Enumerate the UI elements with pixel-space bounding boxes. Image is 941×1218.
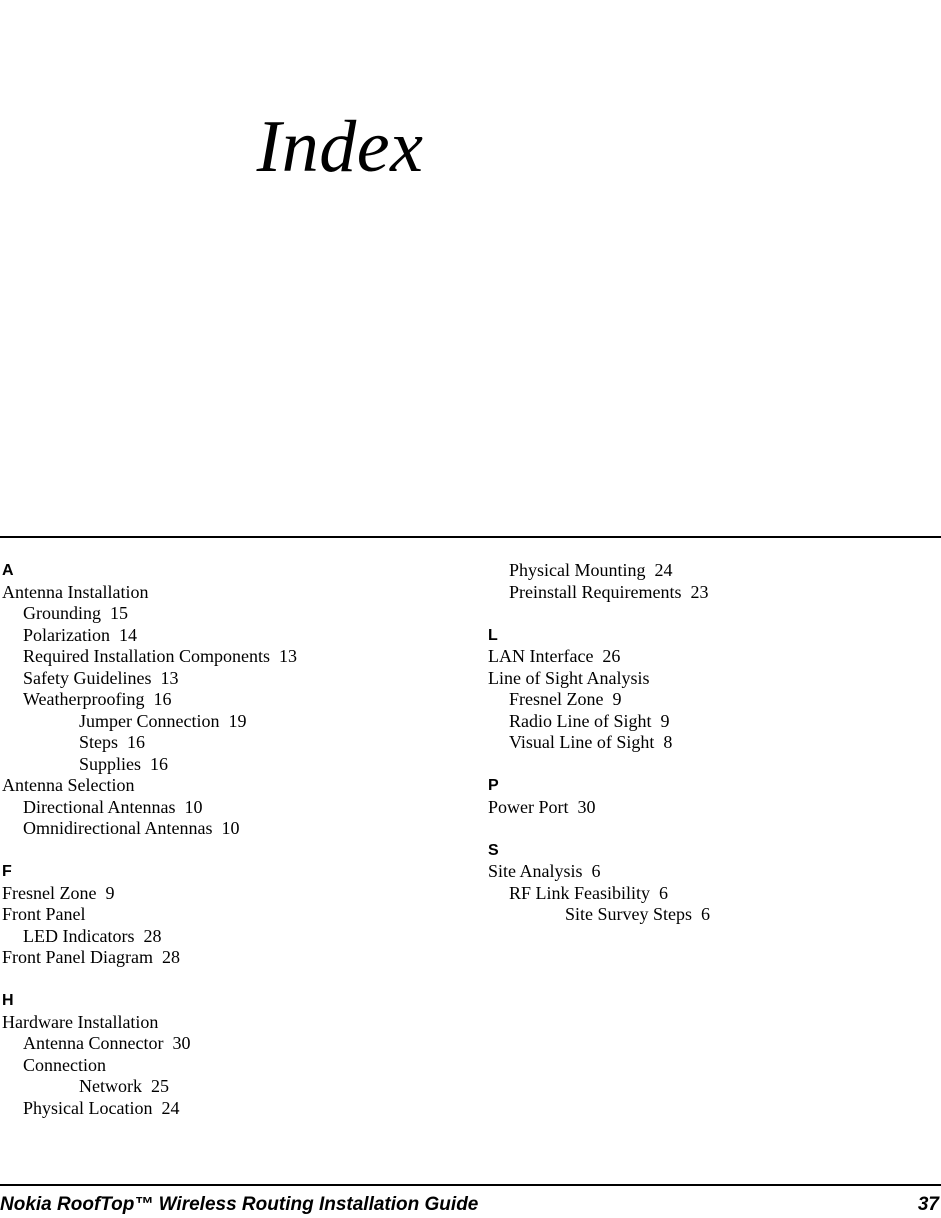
index-section-letter: L <box>488 626 498 644</box>
index-entry[interactable]: Physical Mounting 24 <box>488 560 918 582</box>
index-entry[interactable]: LED Indicators 28 <box>2 926 432 948</box>
index-entry[interactable]: Fresnel Zone 9 <box>2 883 432 905</box>
index-entry[interactable]: Required Installation Components 13 <box>2 646 432 668</box>
index-section-letter: F <box>2 863 12 880</box>
index-entry[interactable]: Jumper Connection 19 <box>2 711 432 733</box>
index-entry[interactable]: Front Panel Diagram 28 <box>2 947 432 969</box>
index-section-letter: H <box>2 992 14 1009</box>
footer-guide-title: Nokia RoofTop™ Wireless Routing Installa… <box>0 1194 479 1215</box>
header-divider <box>0 536 941 538</box>
index-entry[interactable]: Supplies 16 <box>2 754 432 776</box>
footer-page-number: 37 <box>917 1194 939 1215</box>
page-footer: Nokia RoofTop™ Wireless Routing Installa… <box>0 1192 941 1218</box>
index-entry[interactable]: Grounding 15 <box>2 603 432 625</box>
index-section: P Power Port 30 <box>488 754 918 819</box>
index-section: A Antenna Installation Grounding 15 Polariz… <box>2 560 432 840</box>
index-entry[interactable]: Antenna Selection <box>2 775 432 797</box>
index-entry[interactable]: Line of Sight Analysis <box>488 668 918 690</box>
index-entry[interactable]: Weatherproofing 16 <box>2 689 432 711</box>
index-entry[interactable]: Steps 16 <box>2 732 432 754</box>
index-column-left: A Antenna Installation Grounding 15 Polariz… <box>2 560 432 1119</box>
index-entry[interactable]: Connection <box>2 1055 432 1077</box>
index-entry[interactable]: Safety Guidelines 13 <box>2 668 432 690</box>
index-section: H Hardware Installation Antenna Connector … <box>2 969 432 1120</box>
index-entry[interactable]: Site Survey Steps 6 <box>488 904 918 926</box>
index-entry[interactable]: Omnidirectional Antennas 10 <box>2 818 432 840</box>
index-entry[interactable]: Polarization 14 <box>2 625 432 647</box>
index-section-letter: P <box>488 777 499 794</box>
index-section: L LAN Interface 26 Line of Sight Analysis F… <box>488 603 918 754</box>
index-entry[interactable]: Physical Location 24 <box>2 1098 432 1120</box>
index-entry[interactable]: Directional Antennas 10 <box>2 797 432 819</box>
index-entry[interactable]: Site Analysis 6 <box>488 861 918 883</box>
footer-divider <box>0 1184 941 1186</box>
index-entry[interactable]: Visual Line of Sight 8 <box>488 732 918 754</box>
index-entry[interactable]: Network 25 <box>2 1076 432 1098</box>
index-entry[interactable]: Power Port 30 <box>488 797 918 819</box>
index-entry[interactable]: Hardware Installation <box>2 1012 432 1034</box>
index-section: F Fresnel Zone 9 Front Panel LED Indicators… <box>2 840 432 969</box>
index-section-letter: A <box>2 562 14 579</box>
index-column-right: Physical Mounting 24 Preinstall Requireme… <box>488 560 918 926</box>
index-entry[interactable]: Front Panel <box>2 904 432 926</box>
index-section: S Site Analysis 6 RF Link Feasibility 6 Sit… <box>488 818 918 926</box>
index-entry[interactable]: Preinstall Requirements 23 <box>488 582 918 604</box>
index-section-letter: S <box>488 841 499 859</box>
index-section: Physical Mounting 24 Preinstall Requireme… <box>488 560 918 603</box>
index-entry[interactable]: Antenna Installation <box>2 582 432 604</box>
index-entry[interactable]: Radio Line of Sight 9 <box>488 711 918 733</box>
index-entry[interactable]: RF Link Feasibility 6 <box>488 883 918 905</box>
index-entry[interactable]: Fresnel Zone 9 <box>488 689 918 711</box>
page-title: Index <box>256 106 424 188</box>
index-entry[interactable]: Antenna Connector 30 <box>2 1033 432 1055</box>
index-entry[interactable]: LAN Interface 26 <box>488 646 918 668</box>
